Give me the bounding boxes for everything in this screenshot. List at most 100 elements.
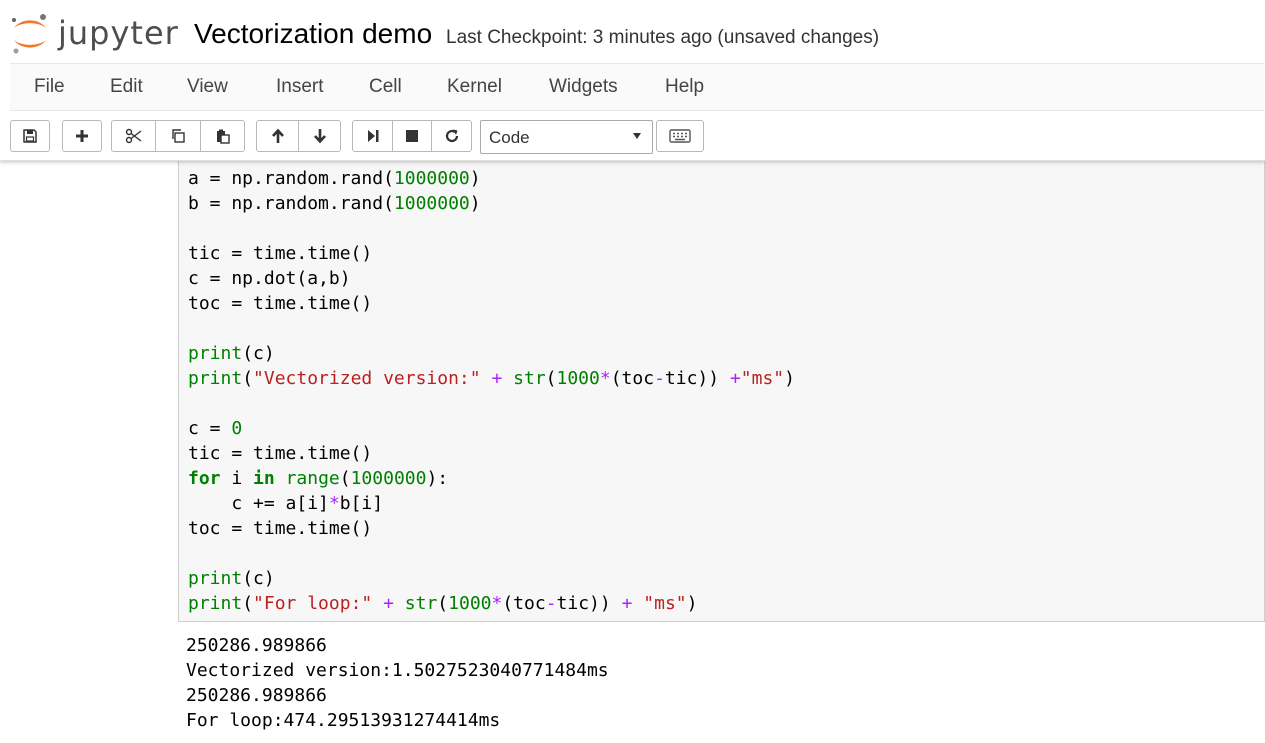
cut-button[interactable] [111,120,156,152]
code-token: print [188,368,243,389]
code-line: for i in range(1000000): [188,466,795,491]
code-token: 0 [231,418,243,439]
restart-icon [445,129,458,143]
code-token: range [285,468,340,489]
code-token: a = np.random.rand( [188,168,394,189]
notebook-title[interactable]: Vectorization demo [194,18,432,50]
menu-file[interactable]: File [34,76,65,98]
code-token: tic = time.time() [188,243,373,264]
move-down-button[interactable] [298,120,341,152]
copy-button[interactable] [155,120,201,152]
code-token: "ms" [740,368,785,389]
menu-widgets[interactable]: Widgets [549,76,618,98]
cut-icon [125,128,141,144]
code-token: for [188,468,221,489]
code-token: 1000000 [350,468,427,489]
code-token: print [188,568,243,589]
code-token: 1000 [448,593,492,614]
code-token: str [404,593,438,614]
code-token: (c) [242,343,275,364]
save-icon [23,129,37,143]
code-token: * [328,493,340,514]
move-up-button[interactable] [256,120,299,152]
menu-help[interactable]: Help [665,76,704,98]
code-line: c = np.dot(a,b) [188,266,795,291]
insert-cell-button[interactable] [62,120,102,152]
code-token: c += a[i] [188,493,329,514]
command-palette-button[interactable] [656,120,704,152]
code-token: print [188,593,243,614]
code-line: toc = time.time() [188,516,795,541]
notebook-container: a = np.random.rand(1000000) b = np.random… [0,161,1265,743]
code-token: toc = time.time() [188,293,373,314]
output-line: 250286.989866 [186,635,327,656]
code-token: tic = time.time() [188,443,373,464]
menu-kernel[interactable]: Kernel [447,76,502,98]
code-token: - [654,368,665,389]
code-token: b[i] [339,493,384,514]
plus-icon [76,130,88,142]
code-line: print(c) [188,341,795,366]
menu-cell[interactable]: Cell [369,76,402,98]
paste-button[interactable] [200,120,245,152]
jupyter-logo[interactable]: jupyter [8,8,179,58]
code-line: print(c) [188,566,795,591]
code-token: in [253,468,275,489]
code-token: * [599,368,611,389]
cell-type-value: Code [489,128,530,147]
code-token: "Vectorized version:" [253,368,481,389]
code-line: b = np.random.rand(1000000) [188,191,795,216]
code-editor[interactable]: a = np.random.rand(1000000) b = np.random… [188,166,795,616]
save-button[interactable] [10,120,50,152]
restart-button[interactable] [431,120,472,152]
toolbar: Code [10,118,1264,156]
code-line: tic = time.time() [188,441,795,466]
jupyter-logo-icon [12,14,46,54]
code-token: "For loop:" [253,593,373,614]
code-line: c = 0 [188,416,795,441]
code-token: c = [188,418,232,439]
code-line: ​ [188,316,795,341]
code-token: ( [242,593,254,614]
output-line: For loop:474.29513931274414ms [186,710,501,731]
code-token: + [491,368,503,389]
run-icon [367,130,378,142]
code-line: ​ [188,541,795,566]
paste-icon [216,129,230,144]
code-token: ( [545,368,557,389]
code-token: ): [426,468,449,489]
cell-type-select[interactable]: Code [480,120,653,154]
code-token: 1000 [556,368,600,389]
code-line: c += a[i]*b[i] [188,491,795,516]
code-line: ​ [188,391,795,416]
code-token: (toc [610,368,655,389]
menu-insert[interactable]: Insert [276,76,324,98]
code-line: print("For loop:" + str(1000*(toc-tic)) … [188,591,795,616]
stop-icon [406,130,418,142]
code-token: tic)) [556,593,622,614]
code-token: + [729,368,741,389]
code-token: 1000000 [393,168,470,189]
code-line: toc = time.time() [188,291,795,316]
code-token: (c) [242,568,275,589]
copy-icon [172,129,185,143]
caret-down-icon [633,133,641,139]
code-token: ) [784,368,795,389]
interrupt-button[interactable] [392,120,432,152]
cell-output: 250286.989866 Vectorized version:1.50275… [186,633,609,733]
code-token: ) [469,193,481,214]
menu-edit[interactable]: Edit [110,76,143,98]
code-token: 1000000 [393,193,470,214]
code-token: ( [339,468,351,489]
code-token: ) [686,593,698,614]
run-button[interactable] [352,120,393,152]
menu-view[interactable]: View [187,76,228,98]
keyboard-icon [669,129,691,143]
code-cell-input[interactable]: a = np.random.rand(1000000) b = np.random… [178,161,1265,622]
